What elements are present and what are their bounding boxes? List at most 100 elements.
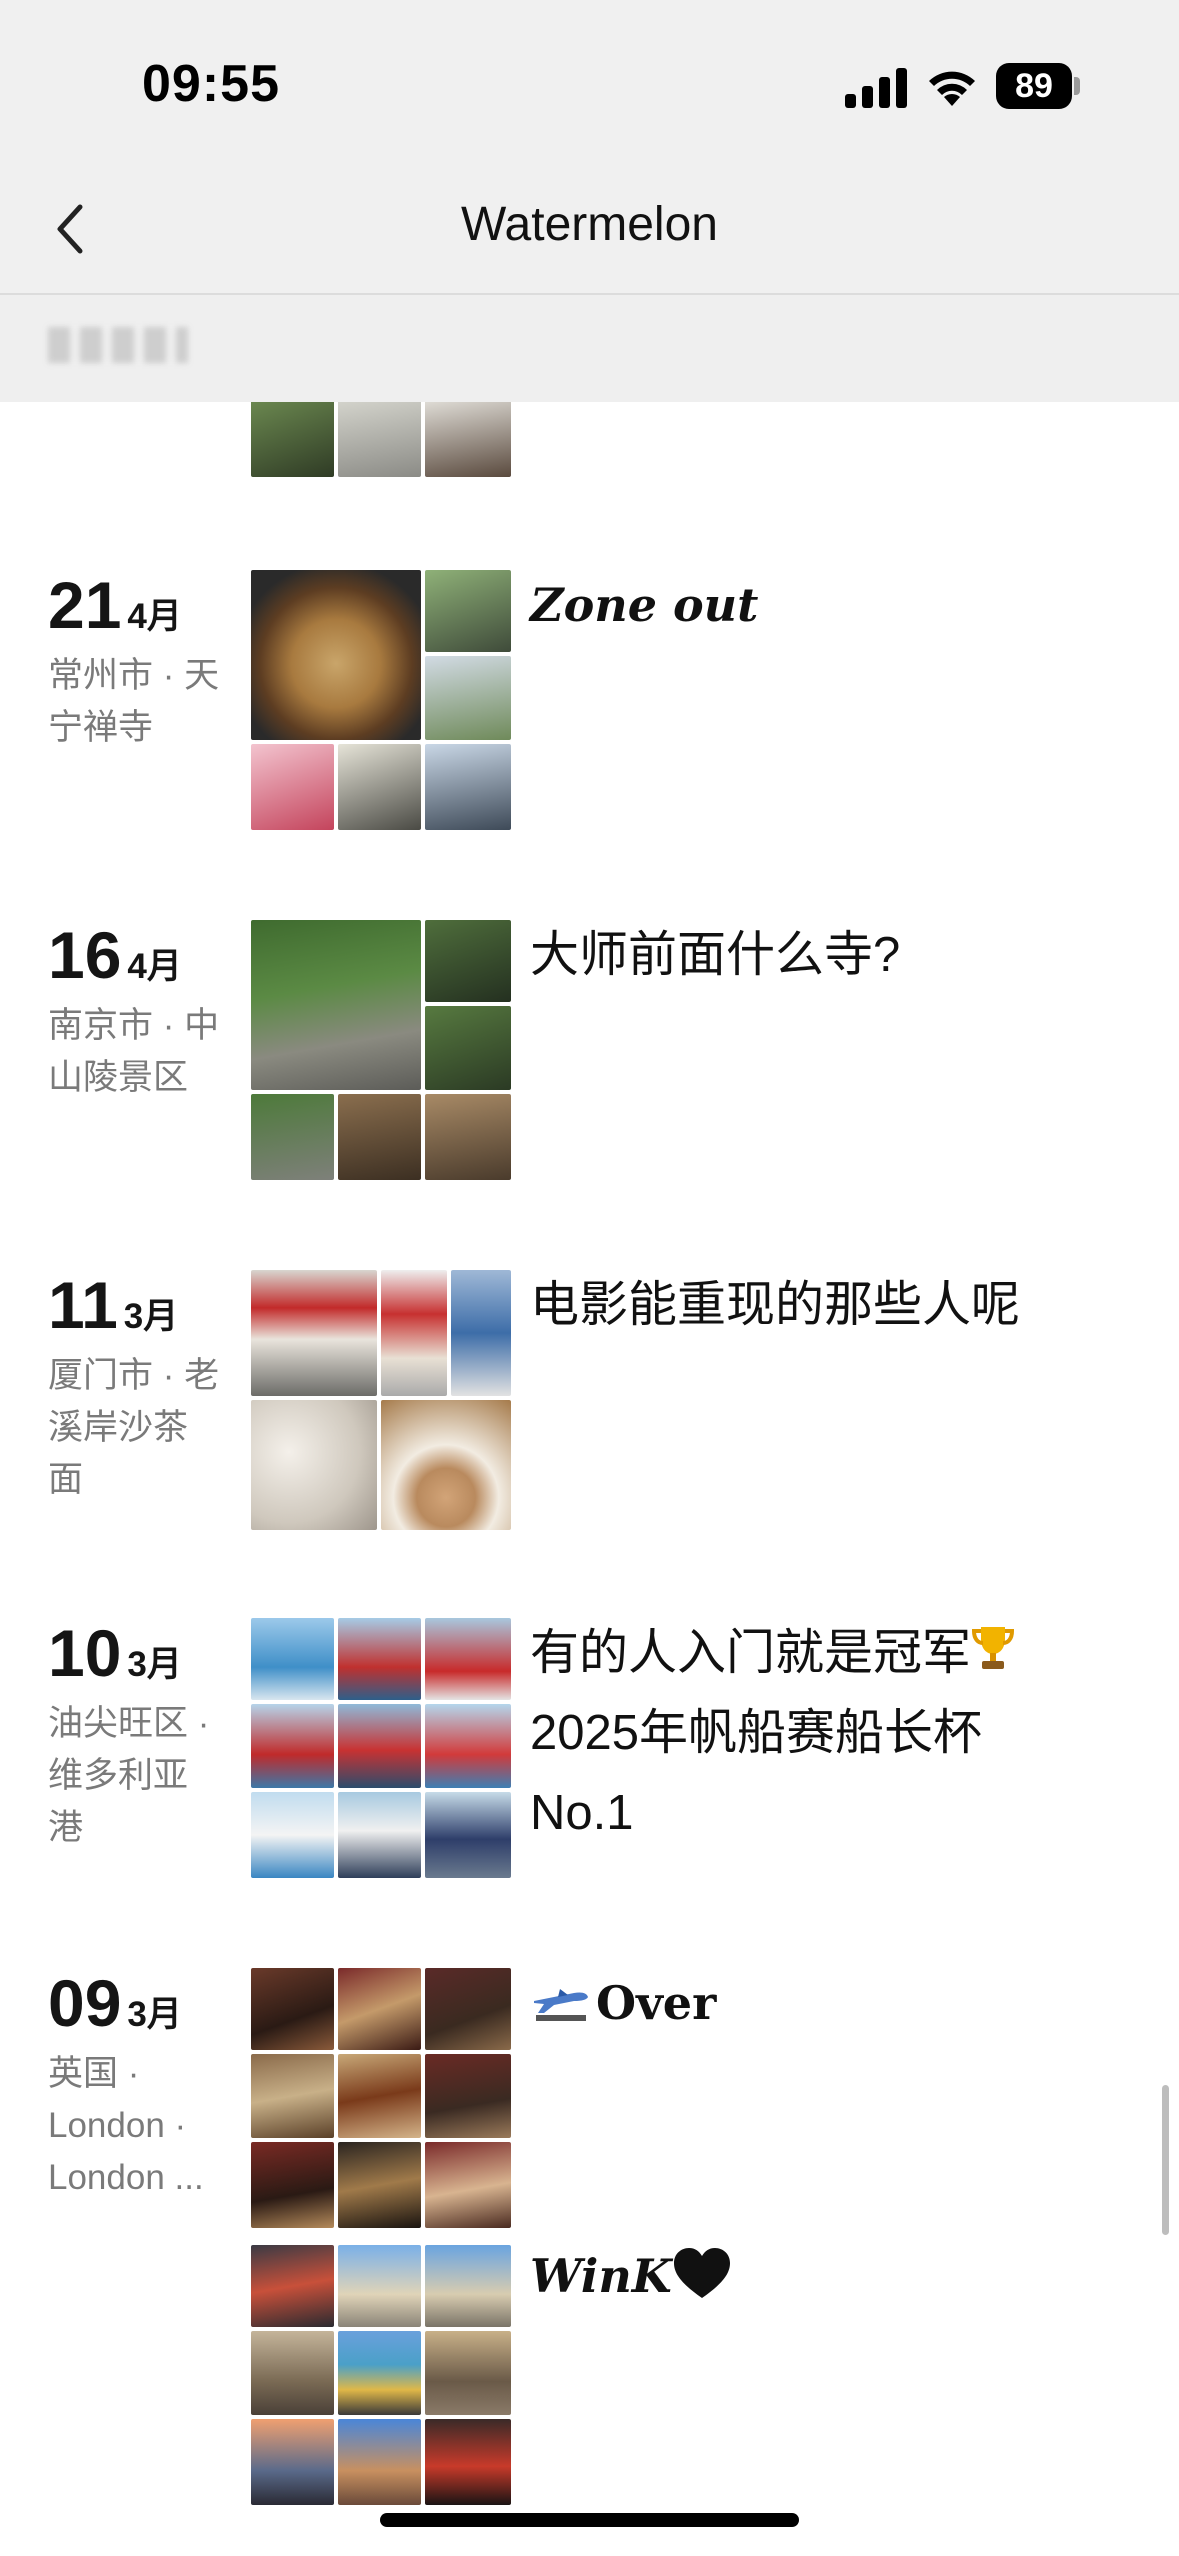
photo-thumb (425, 395, 511, 477)
date-block: 09 3月 英国 · London · London ... (48, 1968, 238, 2204)
photo-thumb (251, 920, 421, 1090)
battery-icon: 89 (996, 63, 1072, 109)
entry-month: 4月 (127, 947, 182, 986)
entry-day: 09 (48, 1966, 122, 2040)
photo-thumb (425, 1618, 511, 1700)
photo-thumb (425, 1704, 511, 1788)
photo-thumb (338, 2245, 421, 2327)
caption-text: WinK (530, 2249, 672, 2303)
date-block: 16 4月 南京市 · 中 山陵景区 (48, 920, 238, 1104)
photo-thumb (425, 1968, 511, 2050)
entry-location: 厦门市 · 老 溪岸沙茶 面 (48, 1356, 220, 1499)
photo-thumb (425, 570, 511, 652)
entry-location: 常州市 · 天 宁禅寺 (48, 656, 220, 747)
photo-thumb (338, 1792, 421, 1878)
entry-month: 3月 (127, 1995, 182, 2034)
photo-thumb (251, 1618, 334, 1700)
photo-thumb (251, 1968, 334, 2050)
photo-thumb (251, 1792, 334, 1878)
photo-thumb (425, 1094, 511, 1180)
cellular-signal-icon (845, 66, 909, 108)
photo-thumb (425, 920, 511, 1002)
entry-location: 英国 · London · London ... (48, 2054, 204, 2197)
caption-line: 有的人入门就是冠军 (530, 1626, 972, 1680)
entry-location: 南京市 · 中 山陵景区 (48, 1006, 220, 1097)
caption-text: Over (596, 1976, 717, 2030)
photo-thumb (251, 2142, 334, 2228)
photo-thumb (425, 744, 511, 830)
status-bar: 09:55 89 (0, 0, 1179, 175)
photo-thumb (381, 1270, 447, 1396)
home-indicator[interactable] (380, 2513, 799, 2527)
photo-thumb (425, 2245, 511, 2327)
sticky-date-header (0, 295, 1179, 402)
photo-thumb (425, 2419, 511, 2505)
photo-thumb (251, 1270, 377, 1396)
entry-day: 16 (48, 918, 122, 992)
airplane-icon (530, 1973, 592, 2023)
photo-thumb (338, 1094, 421, 1180)
photo-thumb (251, 1400, 377, 1530)
photo-thumb (338, 1618, 421, 1700)
scrollbar[interactable] (1162, 2085, 1169, 2235)
entry-day: 10 (48, 1616, 122, 1690)
date-block: 10 3月 油尖旺区 · 维多利亚 港 (48, 1618, 238, 1854)
photo-thumb (425, 656, 511, 740)
photo-thumb (425, 2054, 511, 2138)
photo-collage[interactable] (251, 1968, 511, 2228)
caption-line: 2025年帆船赛船长杯 (530, 1706, 983, 1760)
photo-thumb (251, 2054, 334, 2138)
photo-thumb (251, 2419, 334, 2505)
photo-collage[interactable] (251, 570, 511, 830)
blurred-header-text (48, 327, 188, 363)
page-title: Watermelon (461, 198, 718, 251)
entry-day: 21 (48, 568, 122, 642)
photo-collage[interactable] (251, 1270, 511, 1530)
photo-thumb (338, 2142, 421, 2228)
photo-thumb (251, 1094, 334, 1180)
entry-caption: 有的人入门就是冠军 2025年帆船赛船长杯 No.1 (530, 1613, 1090, 1853)
photo-thumb (251, 395, 334, 477)
entry-caption: 大师前面什么寺? (530, 928, 901, 982)
status-time: 09:55 (142, 55, 280, 113)
entry-caption: Zone out (530, 578, 759, 632)
photo-thumb (425, 1792, 511, 1878)
photo-thumb (338, 2331, 421, 2415)
photo-thumb (338, 2419, 421, 2505)
photo-thumb (251, 1704, 334, 1788)
entry-caption-second: WinK (530, 2236, 1090, 2316)
wifi-icon (925, 62, 979, 108)
black-heart-icon (672, 2246, 732, 2302)
photo-thumb (338, 1704, 421, 1788)
photo-thumb (338, 395, 421, 477)
photo-thumb (451, 1270, 511, 1396)
photo-thumb (381, 1400, 511, 1530)
entry-month: 4月 (127, 597, 182, 636)
photo-thumb (338, 2054, 421, 2138)
photo-collage-second[interactable] (251, 2245, 511, 2505)
photo-thumb (251, 2245, 334, 2327)
caption-line: No.1 (530, 1786, 634, 1840)
photo-collage-previous[interactable] (251, 395, 511, 477)
entry-caption: 电影能重现的那些人呢 (530, 1278, 1021, 1332)
date-block: 11 3月 厦门市 · 老 溪岸沙茶 面 (48, 1270, 238, 1506)
entry-month: 3月 (123, 1297, 179, 1336)
photo-thumb (338, 1968, 421, 2050)
photo-thumb (425, 2142, 511, 2228)
photo-collage[interactable] (251, 1618, 511, 1878)
photo-thumb (251, 570, 421, 740)
trophy-icon (971, 1619, 1015, 1671)
navigation-bar: Watermelon (0, 175, 1179, 295)
entry-location: 油尖旺区 · 维多利亚 港 (48, 1704, 210, 1847)
entry-caption: Over (530, 1963, 1090, 2043)
entry-month: 3月 (127, 1645, 182, 1684)
date-block: 21 4月 常州市 · 天 宁禅寺 (48, 570, 238, 754)
photo-thumb (425, 1006, 511, 1090)
photo-thumb (251, 2331, 334, 2415)
entry-day: 11 (48, 1268, 118, 1342)
photo-collage[interactable] (251, 920, 511, 1180)
photo-thumb (425, 2331, 511, 2415)
battery-cap (1074, 77, 1080, 95)
photo-thumb (251, 744, 334, 830)
photo-thumb (338, 744, 421, 830)
